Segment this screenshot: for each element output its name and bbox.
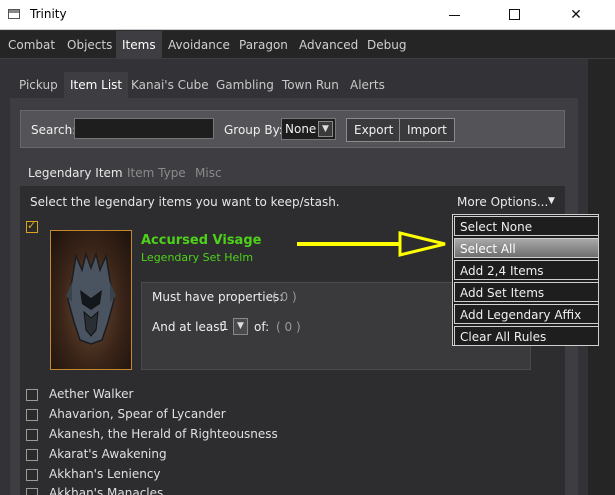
menu-item-add-legendary-affix-items[interactable]: Add Legendary Affix Items xyxy=(454,304,599,342)
tab-alerts[interactable]: Alerts xyxy=(344,72,391,98)
tab-debug[interactable]: Debug xyxy=(361,31,412,59)
tab-combat[interactable]: Combat xyxy=(2,31,61,59)
group-by-value: None xyxy=(285,122,317,136)
menu-item-clear-all-rules[interactable]: Clear All Rules xyxy=(454,326,599,346)
tab-gambling[interactable]: Gambling xyxy=(210,72,280,98)
tab-misc[interactable]: Misc xyxy=(187,160,230,186)
close-icon: ✕ xyxy=(570,7,582,23)
list-item-label: Akanesh, the Herald of Righteousness xyxy=(49,427,278,441)
annotation-arrow-icon xyxy=(297,231,446,257)
tab-objects[interactable]: Objects xyxy=(61,31,118,59)
menu-item-select-all[interactable]: Select All xyxy=(454,238,599,258)
minimize-button[interactable] xyxy=(431,0,477,30)
window-title: Trinity xyxy=(30,7,67,21)
inner-tab-bar: Legendary Item Item Type Misc xyxy=(20,160,565,186)
must-have-count: ( 0 ) xyxy=(272,290,297,304)
chevron-down-icon: ▼ xyxy=(233,318,248,335)
app-window-icon xyxy=(8,9,20,19)
maximize-button[interactable] xyxy=(491,0,537,30)
search-input[interactable] xyxy=(74,118,214,139)
item-checkbox[interactable] xyxy=(26,389,38,401)
export-button[interactable]: Export xyxy=(346,118,402,142)
menu-item-select-none[interactable]: Select None xyxy=(454,216,599,236)
at-least-label: And at least xyxy=(152,320,225,334)
menu-item-add-2-4-items[interactable]: Add 2,4 Items xyxy=(454,260,599,280)
must-have-label: Must have properties: xyxy=(152,290,284,304)
of-label: of: xyxy=(254,320,270,334)
minimize-icon xyxy=(449,15,460,16)
at-least-value: 1 xyxy=(221,319,229,333)
tab-item-type[interactable]: Item Type xyxy=(119,160,194,186)
tab-advanced[interactable]: Advanced xyxy=(293,31,364,59)
list-item-label: Akkhan's Leniency xyxy=(49,467,161,481)
list-item-label: Akkhan's Manacles xyxy=(49,486,164,495)
group-by-label: Group By: xyxy=(224,123,283,137)
tab-kanais-cube[interactable]: Kanai's Cube xyxy=(125,72,215,98)
item-type-label: Legendary Set Helm xyxy=(141,251,254,264)
chevron-down-icon: ▼ xyxy=(318,121,333,137)
menu-item-add-set-items[interactable]: Add Set Items xyxy=(454,282,599,302)
tab-items[interactable]: Items xyxy=(116,31,162,59)
close-button[interactable]: ✕ xyxy=(553,0,599,30)
main-tab-bar: Combat Objects Items Avoidance Paragon A… xyxy=(0,31,615,59)
item-checkbox[interactable] xyxy=(26,469,38,481)
item-checkbox[interactable] xyxy=(26,409,38,421)
list-item-label: Aether Walker xyxy=(49,387,134,401)
tab-avoidance[interactable]: Avoidance xyxy=(162,31,236,59)
tab-paragon[interactable]: Paragon xyxy=(233,31,294,59)
helm-icon xyxy=(66,251,116,345)
accursed-visage-checkbox[interactable] xyxy=(26,219,38,233)
tab-legendary-item[interactable]: Legendary Item xyxy=(20,160,131,186)
group-by-select[interactable]: None ▼ xyxy=(281,118,336,140)
caret-down-icon: ▼ xyxy=(548,196,555,206)
list-item-label: Ahavarion, Spear of Lycander xyxy=(49,407,226,421)
item-checkbox[interactable] xyxy=(26,449,38,461)
item-checkbox[interactable] xyxy=(26,488,38,495)
tab-town-run[interactable]: Town Run xyxy=(276,72,345,98)
more-options-menu: Select None Select All Add 2,4 Items Add… xyxy=(452,214,599,346)
import-button[interactable]: Import xyxy=(399,118,455,142)
more-options-button[interactable]: More Options... xyxy=(457,195,548,209)
item-checkbox[interactable] xyxy=(26,429,38,441)
list-item-label: Akarat's Awakening xyxy=(49,447,167,461)
sub-tab-bar: Pickup Item List Kanai's Cube Gambling T… xyxy=(10,72,588,98)
search-label: Search: xyxy=(31,123,77,137)
maximize-icon xyxy=(509,9,520,20)
title-bar: Trinity ✕ xyxy=(0,0,615,30)
item-name: Accursed Visage xyxy=(141,233,262,248)
tab-pickup[interactable]: Pickup xyxy=(13,72,64,98)
of-count: ( 0 ) xyxy=(276,320,301,334)
instruction-text: Select the legendary items you want to k… xyxy=(30,195,340,209)
tab-item-list[interactable]: Item List xyxy=(64,72,129,98)
at-least-select[interactable]: 1 ▼ xyxy=(220,318,248,336)
